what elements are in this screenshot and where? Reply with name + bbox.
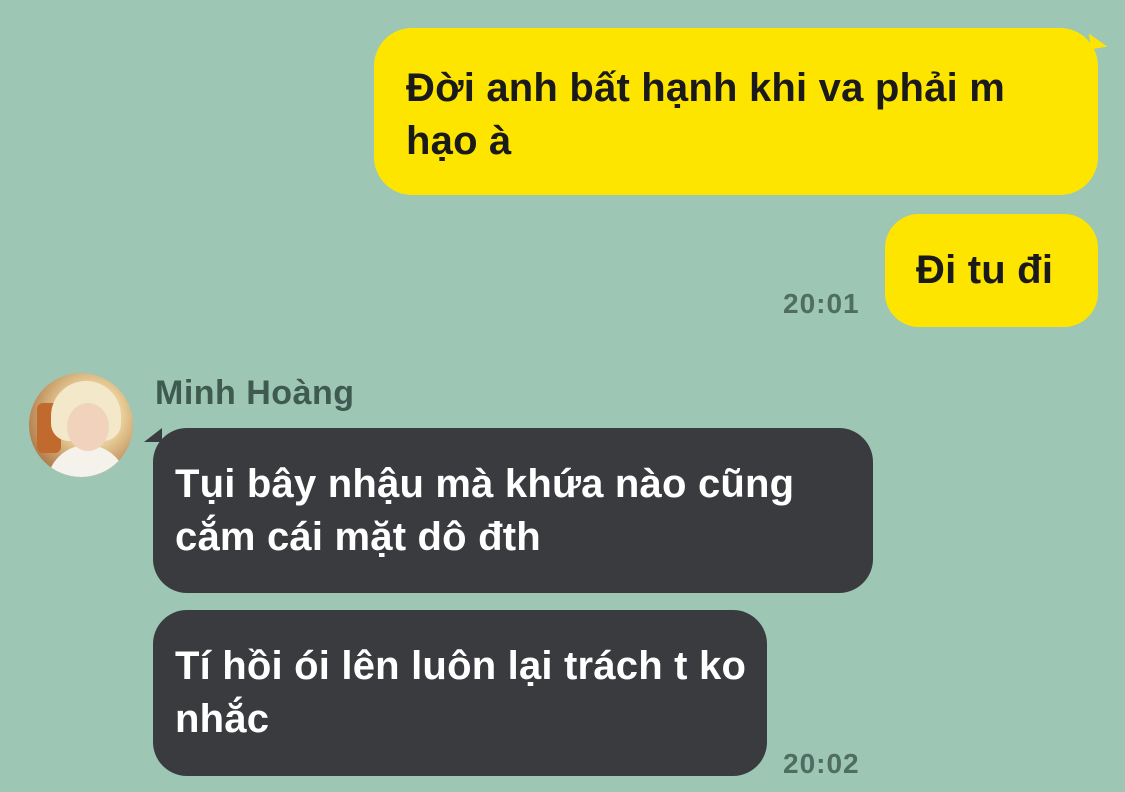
outgoing-message-bubble[interactable]: Đời anh bất hạnh khi va phải m hạo à [374, 28, 1108, 195]
message-text: Tụi bây nhậu mà khứa nào cũng cắm cái mặ… [175, 462, 795, 559]
avatar-photo-detail [67, 403, 109, 451]
message-timestamp: 20:02 [783, 748, 860, 779]
incoming-message-bubble[interactable]: Tụi bây nhậu mà khứa nào cũng cắm cái mặ… [144, 428, 873, 593]
sender-name: Minh Hoàng [155, 374, 355, 412]
bubble-tail [144, 428, 162, 442]
message-text: Tí hồi ói lên luôn lại trách t ko nhắc [175, 644, 747, 741]
incoming-message-bubble[interactable]: Tí hồi ói lên luôn lại trách t ko nhắc [153, 610, 767, 776]
outgoing-message-bubble[interactable]: Đi tu đi [885, 214, 1098, 327]
avatar[interactable] [29, 373, 133, 477]
message-text: Đi tu đi [916, 248, 1054, 292]
message-timestamp: 20:01 [783, 288, 860, 319]
bubble-tail [1088, 30, 1108, 50]
message-text: Đời anh bất hạnh khi va phải m hạo à [406, 66, 1005, 163]
